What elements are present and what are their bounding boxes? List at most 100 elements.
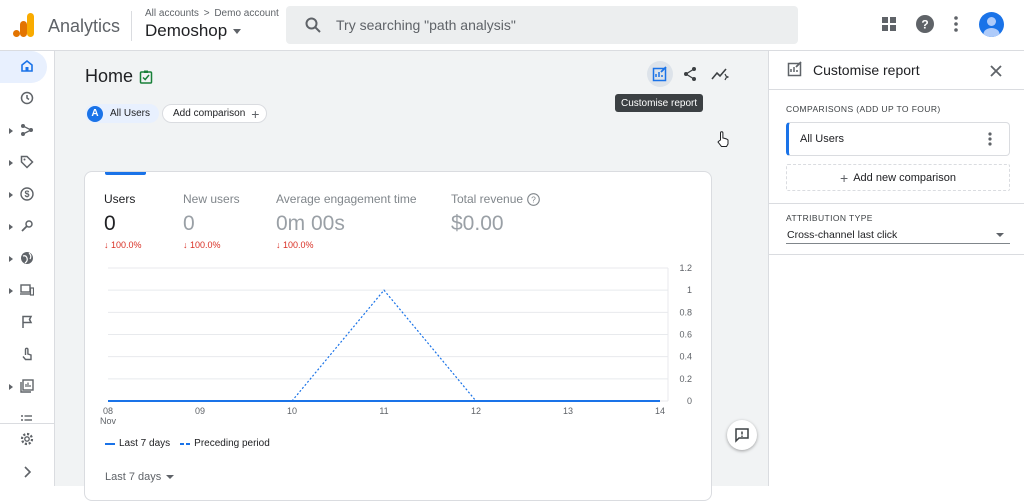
nav-acquisition[interactable] [0,147,55,179]
add-comparison-button[interactable]: Add comparison + [162,104,268,123]
feedback-icon [735,428,749,443]
y-tick-label: 1.2 [679,263,692,273]
expand-arrow-icon [9,160,13,166]
insights-sparkle-icon [711,68,729,81]
customise-report-panel: Customise report COMPARISONS (ADD UP TO … [768,51,1024,486]
metric-value: 0 [183,212,195,235]
svg-text:?: ? [531,195,536,205]
hand-cursor-icon [717,131,729,147]
add-new-comparison-button[interactable]: + Add new comparison [786,164,1010,191]
chevron-right-icon [20,465,34,479]
insights-button[interactable] [706,61,732,87]
x-tick-sublabel: Nov [100,416,117,426]
overview-card: Users 0 ↓ 100.0% New users 0 ↓ 100.0% Av… [84,171,712,501]
customise-report-button[interactable] [647,61,673,87]
comparisons-label: COMPARISONS (ADD UP TO FOUR) [786,104,941,114]
app-name[interactable]: Analytics [48,16,120,37]
nav-list[interactable] [0,403,55,423]
acquisition-tag-icon [20,155,34,169]
close-icon[interactable] [987,62,1005,80]
verified-check-icon [139,70,153,84]
plus-icon: + [840,169,849,186]
search-bar[interactable] [286,6,798,44]
caret-down-icon [166,475,175,479]
breadcrumb-separator: > [203,8,210,19]
nav-events[interactable] [0,307,55,339]
search-input[interactable] [336,15,776,35]
nav-monetization[interactable]: $ [0,179,55,211]
y-tick-label: 0.4 [679,352,692,362]
nav-tech[interactable] [0,275,55,307]
add-new-comparison-label: Add new comparison [853,171,956,184]
main-content: Home A All Users Add comparison + Custom… [55,51,768,501]
legend-swatch-dashed [180,442,191,445]
nav-demographics[interactable] [0,243,55,275]
analytics-logo-icon[interactable] [13,13,35,37]
y-tick-label: 0.2 [679,374,692,384]
users-line-chart: 0 0.2 0.4 0.6 0.8 1 1.2 08Nov 09 10 11 12 13 14 [100,263,692,426]
date-range-selector[interactable]: Last 7 days [105,471,175,483]
metric-total-revenue[interactable]: Total revenue? $0.00 [451,192,540,236]
y-tick-label: 0.6 [679,330,692,340]
attribution-type-label: ATTRIBUTION TYPE [786,213,873,223]
metric-new-users[interactable]: New users 0 ↓ 100.0% [183,192,240,250]
property-selector[interactable]: Demoshop [145,21,242,41]
account-avatar-icon[interactable] [979,12,1004,37]
metric-avg-engagement[interactable]: Average engagement time 0m 00s ↓ 100.0% [276,192,417,250]
metric-value: 0 [104,212,116,235]
flag-icon [20,315,34,329]
apps-grid-icon[interactable] [882,17,896,31]
globe-icon [20,251,34,265]
legend-label: Last 7 days [119,438,171,449]
comparison-chip-all-users[interactable]: A All Users [85,104,160,123]
customise-report-tooltip: Customise report [615,94,704,112]
more-vert-icon[interactable] [954,16,958,32]
nav-user-journey[interactable] [0,115,55,147]
comparison-item-all-users[interactable]: All Users [786,122,1010,156]
help-outline-icon[interactable]: ? [527,193,540,207]
breadcrumb-account[interactable]: Demo account [214,8,278,19]
metric-value: $0.00 [451,212,504,236]
nav-home[interactable] [0,51,47,83]
nav-admin[interactable] [0,423,55,455]
nav-engagement[interactable] [0,211,55,243]
y-tick-label: 0.8 [679,307,692,317]
metric-label: New users [183,192,240,206]
nav-collapse[interactable] [0,455,55,487]
metric-users[interactable]: Users 0 ↓ 100.0% [104,192,142,250]
active-card-indicator [105,172,146,175]
property-name: Demoshop [145,21,228,40]
y-tick-label: 0 [687,396,692,406]
attribution-type-select[interactable]: Cross-channel last click [786,225,1010,244]
breadcrumb[interactable]: All accounts > Demo account [145,8,279,19]
search-icon [305,17,321,33]
x-tick-label: 11 [379,406,388,416]
x-tick-label: 12 [471,406,481,416]
metric-change: ↓ 100.0% [276,240,314,250]
expand-arrow-icon [9,224,13,230]
breadcrumb-accounts[interactable]: All accounts [145,8,199,19]
touch-icon [20,347,34,361]
metric-change: ↓ 100.0% [104,240,142,250]
metric-label: Average engagement time [276,192,417,206]
nav-realtime[interactable] [0,83,55,115]
nav-conversions[interactable] [0,339,55,371]
help-icon[interactable]: ? [916,15,934,33]
more-vert-icon[interactable] [988,132,992,146]
y-tick-label: 1 [687,285,692,295]
metric-label: Total revenue [451,192,524,206]
expand-arrow-icon [9,256,13,262]
caret-down-icon [996,233,1004,237]
user-journey-icon [20,123,34,137]
panel-title: Customise report [813,62,920,78]
share-report-button[interactable] [677,61,703,87]
chart-legend: Last 7 days Preceding period [105,438,270,449]
edit-chart-icon [652,66,667,82]
series-line-preceding-period [108,289,660,402]
metric-change: ↓ 100.0% [183,240,221,250]
page-title: Home [85,66,134,86]
x-tick-label: 13 [563,406,573,416]
feedback-button[interactable] [727,420,757,450]
panel-header: Customise report [769,51,1024,90]
nav-library[interactable] [0,371,55,403]
